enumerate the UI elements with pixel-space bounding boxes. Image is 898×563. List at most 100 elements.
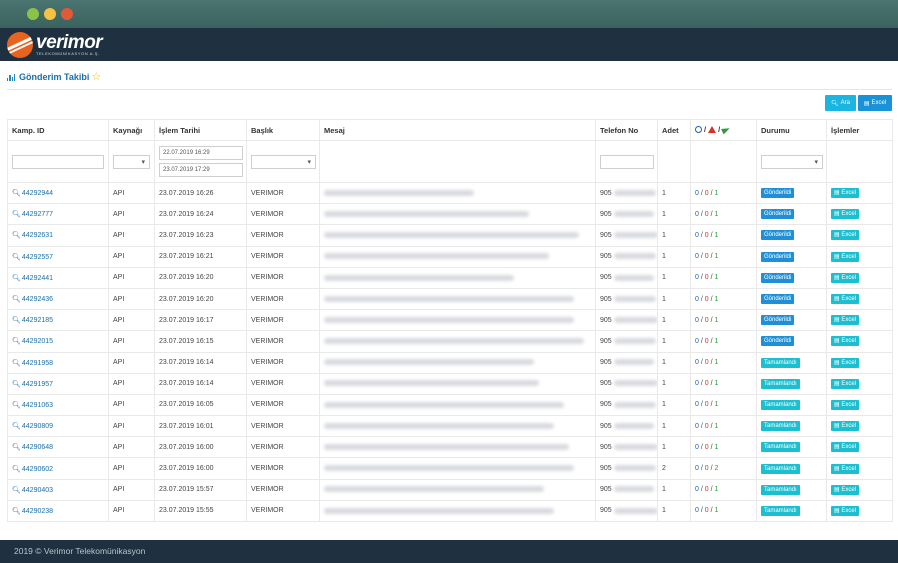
campaign-id-link[interactable]: 🔍︎44292777: [12, 211, 53, 218]
filter-phone-input[interactable]: [600, 154, 654, 169]
brand-logo[interactable]: verimor TELEKOMÜNİKASYON A.Ş.: [7, 31, 103, 58]
bar-chart-icon: [7, 73, 15, 81]
blurred-phone: [613, 444, 657, 450]
row-excel-button[interactable]: ▤ Excel: [831, 505, 860, 516]
campaign-id-link[interactable]: 🔍︎44290602: [12, 466, 53, 473]
row-excel-button[interactable]: ▤ Excel: [831, 378, 860, 389]
row-excel-button[interactable]: ▤ Excel: [831, 421, 860, 432]
source-cell: API: [108, 309, 155, 332]
table-row: 🔍︎44292185 API 23.07.2019 16:17 VERIMOR 905 …: [7, 309, 893, 332]
campaign-id-link[interactable]: 🔍︎44290403: [12, 487, 53, 494]
filter-source-select[interactable]: [113, 154, 150, 169]
column-header-message[interactable]: Mesaj: [319, 119, 596, 141]
campaign-table: Kamp. ID Kaynağı İşlem Tarihi Başlık Mes…: [7, 119, 893, 523]
column-header-date[interactable]: İşlem Tarihi: [154, 119, 247, 141]
status-cell: Gönderildi: [756, 245, 827, 268]
campaign-id-link[interactable]: 🔍︎44292441: [12, 275, 53, 282]
export-excel-button[interactable]: ▤ Excel: [858, 95, 892, 111]
status-badge: Gönderildi: [761, 315, 795, 326]
count-cell: 1: [657, 181, 691, 205]
row-excel-button[interactable]: ▤ Excel: [831, 399, 860, 410]
row-excel-button[interactable]: ▤ Excel: [831, 188, 860, 199]
phone-prefix: 905: [600, 231, 612, 239]
campaign-id-link[interactable]: 🔍︎44291063: [12, 402, 53, 409]
row-excel-button[interactable]: ▤ Excel: [831, 484, 860, 495]
row-excel-button[interactable]: ▤ Excel: [831, 315, 860, 326]
row-excel-button[interactable]: ▤ Excel: [831, 336, 860, 347]
row-excel-button[interactable]: ▤ Excel: [831, 357, 860, 368]
campaign-id-link[interactable]: 🔍︎44290238: [12, 508, 53, 515]
column-header-count[interactable]: Adet: [657, 119, 691, 141]
campaign-id-link[interactable]: 🔍︎44291958: [12, 360, 53, 367]
filter-date-from-input[interactable]: 22.07.2019 16:29: [159, 146, 243, 160]
row-excel-button[interactable]: ▤ Excel: [831, 251, 860, 262]
actions-cell: ▤ Excel: [826, 351, 893, 374]
date-cell: 23.07.2019 16:15: [154, 330, 247, 353]
column-header-phone[interactable]: Telefon No: [595, 119, 658, 141]
excel-icon: ▤: [834, 423, 840, 430]
campaign-id-link[interactable]: 🔍︎44292436: [12, 296, 53, 303]
campaign-id-link[interactable]: 🔍︎44292015: [12, 338, 53, 345]
row-excel-button[interactable]: ▤ Excel: [831, 209, 860, 220]
actions-cell: ▤ Excel: [826, 287, 893, 311]
row-excel-button[interactable]: ▤ Excel: [831, 230, 860, 241]
failed-count: 0: [704, 210, 709, 218]
source-cell: API: [108, 457, 155, 480]
title-cell: VERIMOR: [246, 287, 320, 311]
phone-prefix: 905: [600, 253, 612, 261]
filter-id-input[interactable]: [12, 154, 104, 169]
date-cell: 23.07.2019 16:14: [154, 351, 247, 374]
actions-cell: ▤ Excel: [826, 393, 893, 417]
campaign-id-link[interactable]: 🔍︎44292631: [12, 232, 53, 239]
count-cell: 1: [657, 309, 691, 332]
delivered-count: 1: [714, 189, 719, 197]
row-excel-label: Excel: [841, 401, 857, 408]
delivery-counts: 0 / 0 / 2: [690, 457, 757, 480]
search-icon: 🔍︎: [12, 232, 21, 240]
window-maximize-button[interactable]: [27, 8, 39, 20]
window-close-button[interactable]: [61, 8, 73, 20]
campaign-id-link[interactable]: 🔍︎44291957: [12, 381, 53, 388]
window-minimize-button[interactable]: [44, 8, 56, 20]
search-icon: 🔍︎: [12, 317, 21, 325]
title-cell: VERIMOR: [246, 372, 320, 395]
column-header-source[interactable]: Kaynağı: [108, 119, 155, 141]
filter-status-select[interactable]: [761, 154, 823, 169]
blurred-phone: [613, 359, 654, 366]
message-cell: [319, 478, 596, 501]
status-badge: Tamamlandı: [761, 378, 800, 389]
row-excel-button[interactable]: ▤ Excel: [831, 294, 860, 305]
campaign-id-link[interactable]: 🔍︎44292944: [12, 190, 53, 197]
delivery-counts: 0 / 0 / 1: [690, 224, 757, 247]
row-excel-button[interactable]: ▤ Excel: [831, 442, 860, 453]
count-cell: 1: [657, 499, 691, 523]
campaign-id-link[interactable]: 🔍︎44292185: [12, 317, 53, 324]
table-row: 🔍︎44292015 API 23.07.2019 16:15 VERIMOR 905 …: [7, 330, 893, 353]
row-excel-button[interactable]: ▤ Excel: [831, 463, 860, 474]
delivered-count: 1: [714, 337, 719, 345]
pending-circle-icon: [695, 126, 702, 133]
row-excel-button[interactable]: ▤ Excel: [831, 272, 860, 283]
campaign-id-link[interactable]: 🔍︎44292557: [12, 254, 53, 261]
source-cell: API: [108, 330, 155, 353]
excel-icon: ▤: [834, 338, 840, 345]
delivery-counts: 0 / 0 / 1: [690, 436, 757, 459]
star-outline-icon[interactable]: ☆: [91, 72, 101, 83]
delivery-counts: 0 / 0 / 1: [690, 351, 757, 374]
delivered-count: 1: [714, 295, 719, 303]
filter-title-select[interactable]: [251, 154, 316, 169]
column-header-title[interactable]: Başlık: [246, 119, 320, 141]
column-header-status[interactable]: Durumu: [756, 119, 827, 141]
campaign-id-link[interactable]: 🔍︎44290809: [12, 423, 53, 430]
search-icon: 🔍︎: [12, 359, 21, 367]
failed-count: 0: [704, 337, 709, 345]
actions-cell: ▤ Excel: [826, 478, 893, 501]
source-cell: API: [108, 372, 155, 395]
actions-cell: ▤ Excel: [826, 457, 893, 480]
campaign-id-link[interactable]: 🔍︎44290648: [12, 444, 53, 451]
search-button[interactable]: 🔍︎ Ara: [825, 95, 856, 111]
filter-date-to-input[interactable]: 23.07.2019 17:29: [159, 163, 243, 177]
column-header-id[interactable]: Kamp. ID: [7, 119, 109, 141]
status-cell: Tamamlandı: [756, 393, 827, 417]
failed-count: 0: [704, 359, 709, 367]
